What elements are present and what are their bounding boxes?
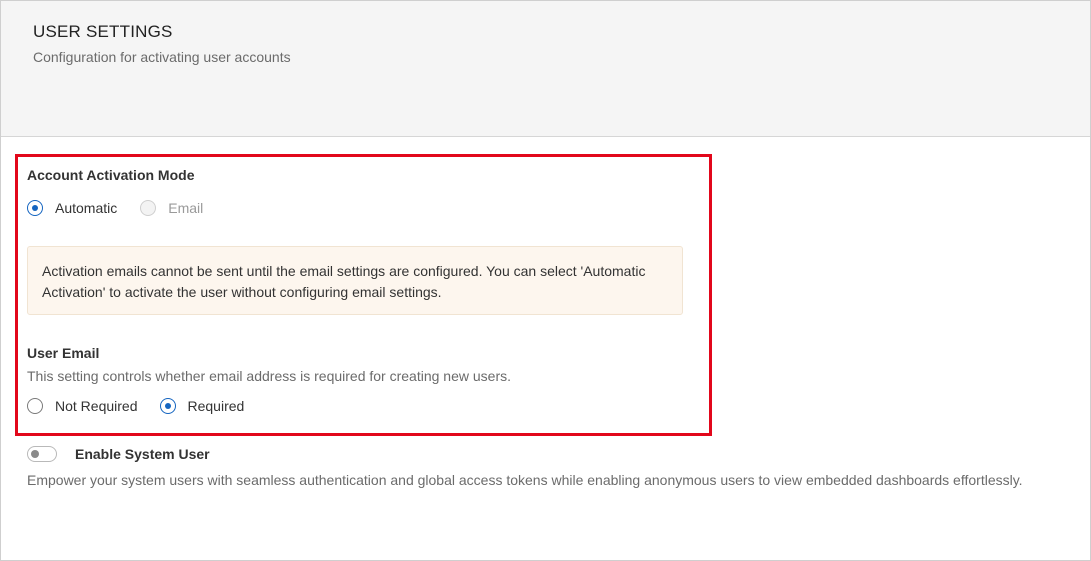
user-email-description: This setting controls whether email addr… — [27, 368, 511, 384]
page-subtitle: Configuration for activating user accoun… — [33, 49, 291, 65]
not-required-radio[interactable] — [27, 398, 43, 414]
email-radio-label: Email — [168, 200, 204, 216]
user-email-label: User Email — [27, 345, 100, 361]
system-user-label: Enable System User — [75, 446, 210, 462]
page-header: USER SETTINGS Configuration for activati… — [1, 1, 1090, 137]
activation-mode-radio-group: Automatic Email — [27, 200, 203, 216]
required-radio[interactable] — [159, 398, 176, 414]
toggle-knob — [31, 450, 39, 458]
not-required-radio-label: Not Required — [55, 398, 138, 414]
system-user-toggle[interactable] — [27, 446, 57, 462]
email-radio-option[interactable]: Email — [140, 200, 203, 216]
email-radio[interactable] — [140, 200, 157, 216]
settings-panel: USER SETTINGS Configuration for activati… — [0, 0, 1091, 561]
activation-mode-label: Account Activation Mode — [27, 167, 195, 183]
user-email-radio-group: Not Required Required — [27, 398, 244, 414]
required-radio-option[interactable]: Required — [159, 398, 245, 414]
email-settings-warning: Activation emails cannot be sent until t… — [27, 246, 683, 315]
automatic-radio[interactable] — [27, 200, 43, 216]
required-radio-label: Required — [187, 398, 245, 414]
automatic-radio-option[interactable]: Automatic — [27, 200, 117, 216]
page-title: USER SETTINGS — [33, 22, 173, 41]
automatic-radio-label: Automatic — [55, 200, 118, 216]
system-user-description: Empower your system users with seamless … — [27, 472, 1023, 488]
not-required-radio-option[interactable]: Not Required — [27, 398, 138, 414]
